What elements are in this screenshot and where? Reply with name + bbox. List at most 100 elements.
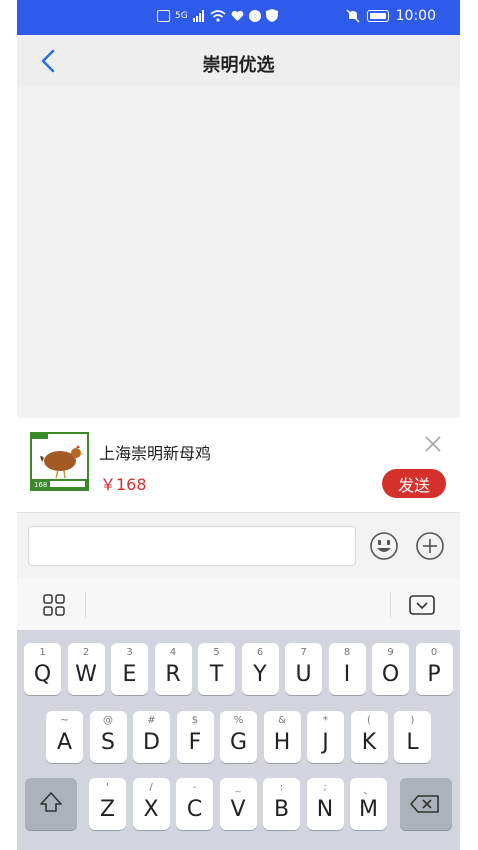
key-secondary-label: @ <box>103 715 113 726</box>
key-label: M <box>359 797 378 822</box>
signal-icon <box>192 9 204 22</box>
key-secondary-label: ( <box>367 715 371 726</box>
key-r[interactable]: 4R <box>154 643 192 695</box>
key-label: W <box>75 662 97 687</box>
close-icon <box>425 436 441 452</box>
network-label: 5G <box>175 10 188 21</box>
key-label: F <box>188 730 202 755</box>
key-y[interactable]: 6Y <box>241 643 279 695</box>
key-label: H <box>273 730 291 755</box>
status-bar: 5G 10:00 <box>17 0 460 35</box>
grid-button[interactable] <box>43 594 65 616</box>
key-secondary-label: * <box>323 715 328 726</box>
key-secondary-label: 5 <box>213 647 220 658</box>
product-thumbnail[interactable]: 168 <box>30 432 89 491</box>
key-a[interactable]: ~ A <box>46 711 83 763</box>
key-secondary-label: _ <box>235 782 241 793</box>
shield-icon <box>265 9 278 22</box>
key-e[interactable]: 3E <box>111 643 148 695</box>
app-icon <box>248 9 261 22</box>
app-frame: 5G 10:00 崇明优选 168 上海崇明新母鸡 ￥168 发送 1 Q 2 … <box>17 0 460 850</box>
key-g[interactable]: % G <box>220 711 257 763</box>
key-label: Z <box>99 797 116 822</box>
key-p[interactable]: 0P <box>415 643 453 695</box>
heart-icon <box>231 10 244 21</box>
key-label: I <box>343 662 351 687</box>
key-m[interactable]: 、 M <box>350 778 387 830</box>
key-secondary-label: 2 <box>82 647 90 658</box>
key-x[interactable]: / X <box>132 778 170 830</box>
plus-icon <box>416 532 444 560</box>
key-secondary-label: ; <box>323 782 327 793</box>
key-secondary-label: 3 <box>126 647 133 658</box>
key-o[interactable]: 9O <box>372 643 409 695</box>
key-j[interactable]: * J <box>307 711 344 763</box>
key-secondary-label: # <box>147 715 156 726</box>
key-label: D <box>143 730 160 755</box>
message-input-row <box>17 512 460 578</box>
key-secondary-label: & <box>278 715 286 726</box>
toolbar-divider <box>85 592 86 618</box>
product-price: ￥168 <box>100 475 147 494</box>
key-label: E <box>122 662 137 687</box>
key-w[interactable]: 2W <box>67 643 105 695</box>
backspace-icon <box>410 795 439 813</box>
key-l[interactable]: ) L <box>394 711 431 763</box>
close-button[interactable] <box>424 435 442 453</box>
key-label: J <box>322 730 329 755</box>
key-secondary-label: $ <box>191 715 199 726</box>
key-label: K <box>361 730 377 755</box>
key-secondary-label: 4 <box>169 647 177 658</box>
key-f[interactable]: $ F <box>176 711 214 763</box>
toolbar-divider <box>390 592 391 618</box>
key-label: N <box>316 797 334 822</box>
key-label: S <box>101 730 115 755</box>
key-label: O <box>381 662 400 687</box>
wifi-icon <box>210 9 226 22</box>
key-h[interactable]: & H <box>263 711 301 763</box>
grid-icon <box>43 594 65 616</box>
backspace-key[interactable] <box>400 778 452 830</box>
key-v[interactable]: _ V <box>219 778 257 830</box>
key-label: P <box>427 662 441 687</box>
emoji-button[interactable] <box>369 531 399 561</box>
key-secondary-label: : <box>279 782 284 793</box>
key-c[interactable]: -C <box>176 778 213 830</box>
key-secondary-label: % <box>233 715 244 726</box>
key-label: U <box>295 662 312 687</box>
keyboard-hide-button[interactable] <box>409 594 435 616</box>
hen-image: 168 <box>32 434 87 489</box>
key-secondary-label: - <box>192 782 197 793</box>
status-icons-left: 5G <box>157 9 278 22</box>
keyboard-toolbar <box>17 578 460 630</box>
key-secondary-label: 0 <box>430 647 438 658</box>
product-title[interactable]: 上海崇明新母鸡 <box>99 440 211 464</box>
product-card: 168 上海崇明新母鸡 ￥168 发送 <box>17 418 460 512</box>
keyboard: 1 Q 2 W 3 E 4 R 5 T 6 Y 7 U 8 I 9 O 0 P ~ A @ S # D $ F% G & H * J(K) L ' Z… <box>17 630 460 850</box>
more-button[interactable] <box>415 531 445 561</box>
key-d[interactable]: # D <box>133 711 170 763</box>
key-t[interactable]: 5T <box>198 643 235 695</box>
key-label: Y <box>253 662 267 687</box>
key-s[interactable]: @ S <box>89 711 127 763</box>
key-z[interactable]: ' Z <box>89 778 126 830</box>
key-secondary-label: 、 <box>363 786 374 797</box>
mute-bell-icon <box>346 9 360 23</box>
hd-icon <box>157 9 170 22</box>
key-q[interactable]: 1Q <box>24 643 61 695</box>
key-label: L <box>406 730 419 755</box>
key-u[interactable]: 7U <box>285 643 322 695</box>
key-k[interactable]: (K <box>350 711 388 763</box>
shift-key[interactable] <box>25 778 77 830</box>
thumbnail-badge-price: 168 <box>34 481 47 489</box>
send-button[interactable]: 发送 <box>382 469 446 498</box>
key-i[interactable]: 8I <box>328 643 366 695</box>
key-b[interactable]: :B <box>263 778 300 830</box>
key-n[interactable]: ; N <box>306 778 344 830</box>
message-input[interactable] <box>28 526 356 566</box>
key-secondary-label: 6 <box>256 647 264 658</box>
key-label: V <box>230 797 246 822</box>
key-secondary-label: ~ <box>60 715 69 726</box>
battery-icon <box>366 10 389 22</box>
nav-bar: 崇明优选 <box>17 35 460 87</box>
